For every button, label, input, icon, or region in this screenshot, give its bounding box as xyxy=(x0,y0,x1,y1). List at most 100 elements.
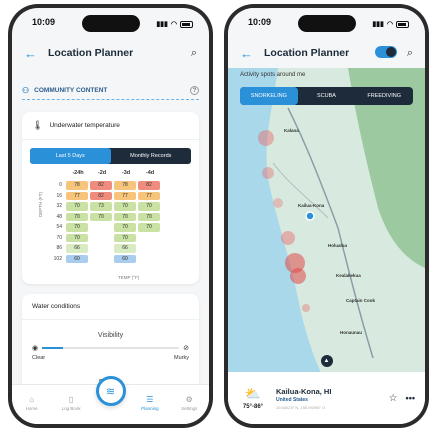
battery-icon xyxy=(180,20,193,28)
temperature-cell: 66 xyxy=(114,244,136,253)
temperature-cell: 73 xyxy=(90,202,112,211)
nav-bar: ← Location Planner ⌕ xyxy=(12,42,209,64)
location-info: Kailua-Kona, HI United States 19.64023° … xyxy=(276,387,389,410)
tab-label: Settings xyxy=(181,406,198,411)
tab-freediving[interactable]: FREEDIVING xyxy=(355,87,413,105)
right-phone: 10:09 ▮▮▮ ◠ ← Location Planner ⌕ Activit… xyxy=(224,4,429,428)
temperature-range: 75°-86° xyxy=(242,404,264,410)
dive-fab-button[interactable]: ≋ xyxy=(95,376,126,406)
temperature-cell: 70 xyxy=(66,233,88,242)
partly-cloudy-icon: ⛅ xyxy=(244,386,262,401)
back-arrow-icon[interactable]: ← xyxy=(240,46,256,61)
temperature-cell: 70 xyxy=(138,212,160,221)
tab-monthly-records[interactable]: Monthly Records xyxy=(111,148,192,164)
visibility-label: Visibility xyxy=(97,332,124,339)
more-options-icon[interactable]: ••• xyxy=(406,393,415,403)
favorite-star-icon[interactable]: ☆ xyxy=(389,393,398,404)
back-arrow-icon[interactable]: ← xyxy=(24,46,40,61)
thermometer-icon: 🌡 xyxy=(32,120,44,130)
list-icon: ☰ xyxy=(146,395,154,404)
activity-spots-label: Activity spots around me xyxy=(240,72,306,78)
temperature-cell: 70 xyxy=(114,223,136,232)
depth-label: 48 xyxy=(56,213,62,220)
temperature-cell: 70 xyxy=(66,212,88,221)
tab-planning[interactable]: ☰ Planning xyxy=(135,395,165,411)
temperature-row: 48 70 70 70 70 xyxy=(52,212,162,223)
heat-spot xyxy=(262,167,274,179)
weather-summary: ⛅ 75°-86° xyxy=(238,386,268,410)
temperature-column-headers: -24h -2d -3d -4d xyxy=(66,170,162,180)
planner-content[interactable]: ⚇ COMMUNITY CONTENT ? 🌡 Underwater tempe… xyxy=(12,68,209,424)
visibility-track[interactable] xyxy=(42,347,180,349)
left-screen: 10:09 ▮▮▮ ◠ ← Location Planner ⌕ ⚇ COMMU… xyxy=(12,8,209,424)
temperature-cell xyxy=(90,244,112,253)
map-label-kealakekua: Kealakekua xyxy=(336,273,361,278)
map-graphic xyxy=(228,68,425,372)
temperature-cell: 60 xyxy=(114,254,136,263)
temperature-card-header: 🌡 Underwater temperature xyxy=(22,112,199,140)
status-icons: ▮▮▮ ◠ xyxy=(372,17,409,31)
page-title: Location Planner xyxy=(48,47,134,59)
signal-icon: ▮▮▮ xyxy=(372,21,384,28)
temperature-cell: 78 xyxy=(66,181,88,190)
map-label-kalaoa: Kalaoa xyxy=(284,128,299,133)
temperature-cell: 70 xyxy=(138,223,160,232)
depth-axis-label: DEPTH (FT) xyxy=(38,192,43,217)
temperature-cell xyxy=(138,234,160,243)
depth-label: 70 xyxy=(56,234,62,241)
dynamic-island xyxy=(81,15,140,32)
tab-settings[interactable]: ⚙ Settings xyxy=(174,395,204,411)
tab-home[interactable]: ⌂ Home xyxy=(17,395,47,411)
map-label-holualoa: Holualoa xyxy=(328,243,348,248)
expand-sheet-button[interactable]: ▲ xyxy=(320,355,333,367)
column-header: -4d xyxy=(145,170,155,176)
wifi-icon: ◠ xyxy=(386,21,393,28)
temperature-cell: 70 xyxy=(138,202,160,211)
gear-icon: ⚙ xyxy=(185,395,193,404)
waves-icon: ≋ xyxy=(105,385,116,398)
tab-last-5-days[interactable]: Last 5 Days xyxy=(30,148,111,164)
temperature-cell xyxy=(138,244,160,253)
heat-spot xyxy=(281,231,295,245)
status-time: 10:09 xyxy=(32,17,56,27)
tab-label: Log Book xyxy=(61,406,81,411)
current-location-marker[interactable] xyxy=(305,211,315,221)
temperature-cell: 70 xyxy=(66,223,88,232)
visibility-slider[interactable]: ◉ ⊘ xyxy=(32,344,189,352)
search-icon[interactable]: ⌕ xyxy=(191,47,197,60)
temperature-cell: 82 xyxy=(90,191,112,200)
temperature-row: 32 70 73 70 70 xyxy=(52,201,162,212)
temperature-row: 16 77 82 77 77 xyxy=(52,191,162,202)
tab-log-book[interactable]: ▯ Log Book xyxy=(56,395,86,411)
map-view[interactable]: Kalaoa Kailua-Kona Holualoa Kealakekua C… xyxy=(228,68,425,372)
tab-snorkeling[interactable]: SNORKELING xyxy=(240,87,298,105)
tab-scuba[interactable]: SCUBA xyxy=(298,87,356,105)
visibility-min-label: Clear xyxy=(32,355,46,361)
search-icon[interactable]: ⌕ xyxy=(407,47,413,60)
temperature-row: 102 60 60 xyxy=(52,254,162,265)
temperature-cell: 66 xyxy=(66,244,88,253)
water-conditions-title: Water conditions xyxy=(22,294,199,320)
depth-label: 16 xyxy=(56,192,62,199)
left-phone: 10:09 ▮▮▮ ◠ ← Location Planner ⌕ ⚇ COMMU… xyxy=(8,4,213,428)
column-header: -3d xyxy=(121,170,131,176)
home-icon: ⌂ xyxy=(29,395,35,404)
map-mode-toggle[interactable] xyxy=(375,46,397,58)
status-icons: ▮▮▮ ◠ xyxy=(156,17,193,31)
visibility-fill xyxy=(42,347,63,349)
eye-off-icon: ⊘ xyxy=(183,345,189,352)
temperature-cell: 77 xyxy=(138,191,160,200)
help-icon[interactable]: ? xyxy=(190,86,199,95)
visibility-scale: Clear Murky xyxy=(32,355,189,361)
heat-spot xyxy=(273,198,283,208)
signal-icon: ▮▮▮ xyxy=(156,21,168,28)
temperature-grid: -24h -2d -3d -4d 0 78 82 78 82 16 77 82 77 77 32 70… xyxy=(52,170,162,264)
location-card[interactable]: ⛅ 75°-86° Kailua-Kona, HI United States … xyxy=(228,372,425,424)
wifi-icon: ◠ xyxy=(170,21,177,28)
map-label-captain-cook: Captain Cook xyxy=(346,298,376,303)
temperature-cell: 70 xyxy=(114,212,136,221)
heat-spot xyxy=(290,268,306,284)
temperature-cell: 70 xyxy=(90,212,112,221)
temperature-cell: 82 xyxy=(90,181,112,190)
temperature-cell: 70 xyxy=(114,233,136,242)
